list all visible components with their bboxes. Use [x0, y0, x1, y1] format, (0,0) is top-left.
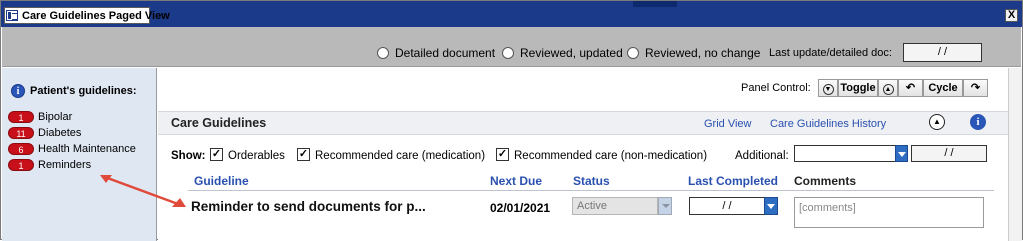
- grid-view-link[interactable]: Grid View: [704, 118, 751, 130]
- column-header-next-due[interactable]: Next Due: [490, 174, 542, 188]
- last-completed-dropdown-button[interactable]: [764, 197, 778, 215]
- count-badge: 11: [8, 127, 34, 139]
- collapse-section-button[interactable]: ▲: [929, 114, 945, 130]
- radio-button[interactable]: [627, 47, 639, 59]
- title-bar-accent: [633, 1, 677, 7]
- sidebar-item-bipolar[interactable]: 1 Bipolar: [8, 110, 72, 124]
- collapse-up-button[interactable]: ▲: [878, 79, 898, 97]
- column-header-comments: Comments: [794, 174, 857, 188]
- redo-arrow-icon: ↷: [970, 82, 981, 94]
- circle-chevron-up-icon: ▲: [882, 84, 894, 95]
- patient-guidelines-header: i Patient's guidelines:: [11, 84, 137, 98]
- vertical-scrollbar[interactable]: [1008, 68, 1022, 241]
- column-header-last-completed[interactable]: Last Completed: [688, 174, 778, 188]
- last-update-label: Last update/detailed doc:: [769, 47, 892, 59]
- care-guidelines-history-link[interactable]: Care Guidelines History: [770, 118, 886, 130]
- patient-guidelines-title: Patient's guidelines:: [30, 85, 137, 97]
- sidebar-item-label: Reminders: [38, 159, 92, 171]
- sidebar-item-reminders[interactable]: 1 Reminders: [8, 158, 91, 172]
- next-due-date: 02/01/2021: [490, 201, 551, 215]
- header-divider: [188, 190, 994, 191]
- close-window-button[interactable]: X: [1005, 9, 1018, 22]
- redo-button[interactable]: ↷: [963, 79, 988, 97]
- last-completed-date-field[interactable]: / /: [689, 197, 765, 215]
- additional-dropdown-button[interactable]: [895, 145, 908, 162]
- last-update-label-row: Last update/detailed doc:: [769, 45, 892, 61]
- toggle-button[interactable]: Toggle: [838, 79, 878, 97]
- count-badge: 1: [8, 159, 34, 171]
- sidebar-item-label: Health Maintenance: [38, 143, 136, 155]
- circle-chevron-down-icon: ▼: [822, 84, 834, 95]
- recommended-care-medication-checkbox[interactable]: ✓: [297, 148, 310, 161]
- care-guidelines-title: Care Guidelines: [171, 116, 267, 130]
- radio-button[interactable]: [377, 47, 389, 59]
- recommended-care-medication-label: Recommended care (medication): [315, 150, 486, 162]
- window-title: Care Guidelines Paged View: [22, 10, 170, 22]
- recommended-care-non-medication-label: Recommended care (non-medication): [514, 150, 708, 162]
- orderables-label: Orderables: [228, 150, 285, 162]
- sidebar-item-health-maintenance[interactable]: 6 Health Maintenance: [8, 142, 136, 156]
- additional-date-field[interactable]: / /: [911, 145, 987, 162]
- guideline-name[interactable]: Reminder to send documents for p...: [191, 199, 426, 214]
- count-badge: 6: [8, 143, 34, 155]
- sidebar-item-label: Bipolar: [38, 111, 73, 123]
- info-icon[interactable]: i: [11, 84, 25, 98]
- status-select[interactable]: Active: [572, 197, 658, 215]
- cycle-button[interactable]: Cycle: [923, 79, 963, 97]
- undo-arrow-icon: ↶: [905, 82, 916, 94]
- recommended-care-non-medication-checkbox[interactable]: ✓: [496, 148, 509, 161]
- panel-control-label: Panel Control:: [741, 82, 811, 94]
- last-update-date-field[interactable]: / /: [903, 43, 982, 62]
- comments-field[interactable]: [comments]: [794, 197, 984, 228]
- radio-button[interactable]: [502, 47, 514, 59]
- title-bar[interactable]: Care Guidelines Paged View X: [1, 1, 1022, 27]
- radio-detailed-document[interactable]: Detailed document: [377, 45, 495, 61]
- additional-label: Additional:: [735, 150, 789, 162]
- care-guidelines-window: Care Guidelines Paged View X Detailed do…: [0, 0, 1023, 241]
- patient-guidelines-sidebar: i Patient's guidelines: 1 Bipolar 11 Dia…: [2, 68, 157, 241]
- count-badge: 1: [8, 111, 34, 123]
- column-header-status[interactable]: Status: [573, 174, 610, 188]
- radio-label: Reviewed, no change: [645, 46, 761, 60]
- status-dropdown-button[interactable]: [658, 197, 672, 215]
- annotation-arrow: [100, 174, 186, 207]
- sidebar-item-diabetes[interactable]: 11 Diabetes: [8, 126, 81, 140]
- window-app-icon: [6, 10, 18, 21]
- collapse-down-button[interactable]: ▼: [818, 79, 838, 97]
- radio-reviewed-no-change[interactable]: Reviewed, no change: [627, 45, 760, 61]
- column-header-guideline[interactable]: Guideline: [194, 174, 249, 188]
- radio-label: Detailed document: [395, 46, 496, 60]
- radio-label: Reviewed, updated: [520, 46, 623, 60]
- undo-button[interactable]: ↶: [898, 79, 923, 97]
- additional-select[interactable]: [794, 145, 896, 162]
- circle-chevron-up-icon: ▲: [933, 117, 941, 126]
- orderables-checkbox[interactable]: ✓: [210, 148, 223, 161]
- sidebar-item-label: Diabetes: [38, 127, 82, 139]
- radio-reviewed-updated[interactable]: Reviewed, updated: [502, 45, 623, 61]
- show-label: Show:: [171, 150, 206, 162]
- info-icon[interactable]: i: [970, 114, 986, 130]
